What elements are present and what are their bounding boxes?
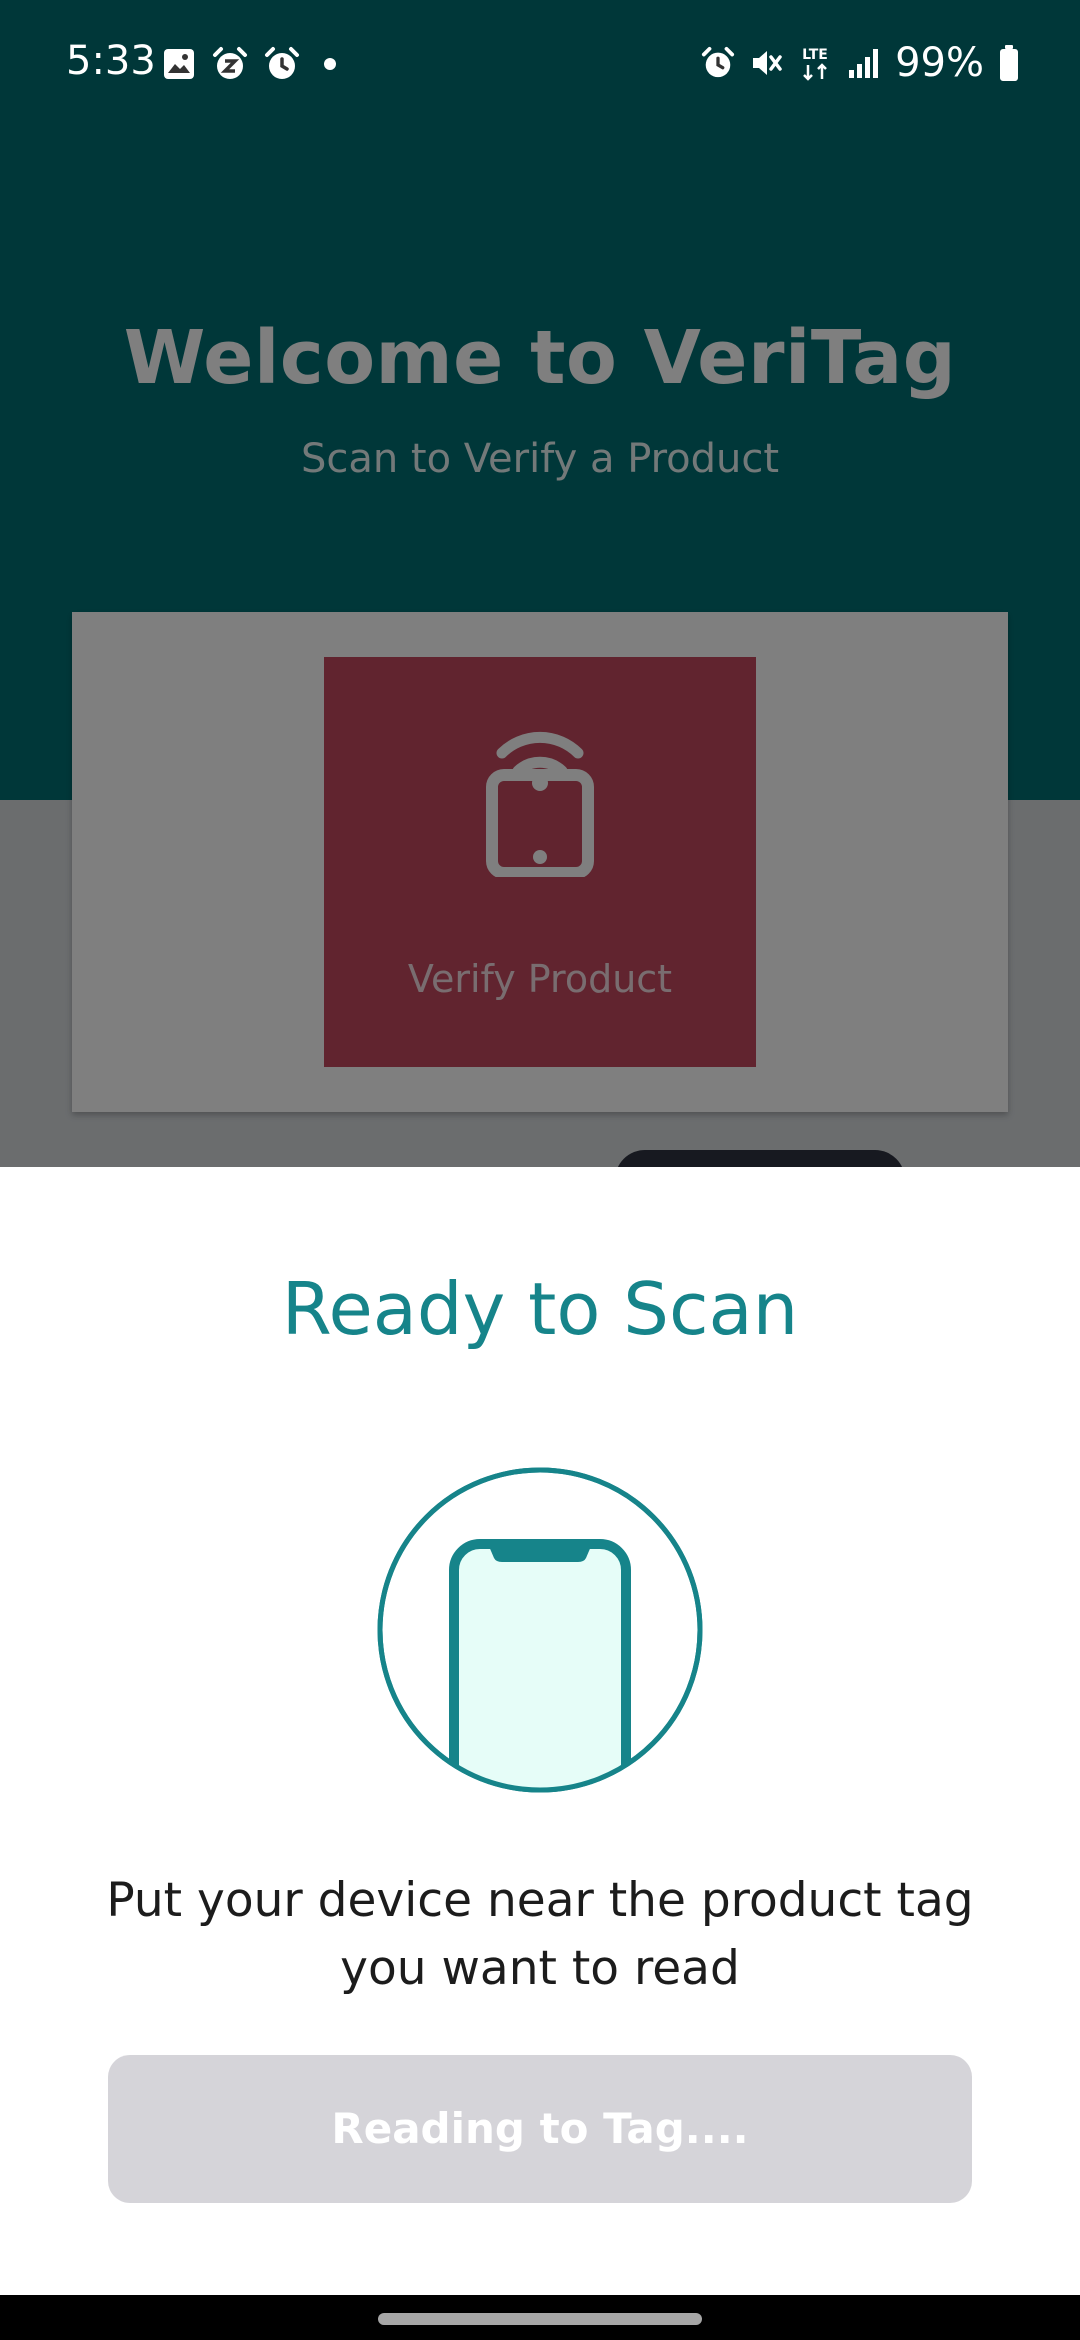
image-icon bbox=[164, 49, 194, 79]
dot-icon bbox=[324, 58, 336, 70]
battery-percent: 99% bbox=[895, 40, 984, 86]
status-bar: 5:33 LTE 99% bbox=[0, 0, 1080, 130]
status-right-icons: LTE 99% bbox=[701, 38, 1020, 88]
alarm-snooze-icon bbox=[213, 47, 247, 79]
signal-icon bbox=[849, 49, 879, 78]
scan-bottom-sheet: Ready to Scan Put your device near the p… bbox=[0, 1167, 1080, 2295]
home-handle[interactable] bbox=[378, 2313, 702, 2325]
sheet-title: Ready to Scan bbox=[281, 1267, 799, 1351]
svg-text:LTE: LTE bbox=[802, 47, 828, 63]
reading-tag-button[interactable]: Reading to Tag.... bbox=[108, 2055, 972, 2203]
status-time: 5:33 bbox=[66, 38, 156, 84]
status-left-icons bbox=[162, 44, 344, 84]
sheet-message: Put your device near the product tag you… bbox=[106, 1873, 974, 1996]
alarm-icon bbox=[265, 47, 299, 79]
battery-icon bbox=[1000, 45, 1018, 81]
phone-scan-icon bbox=[377, 1467, 703, 1793]
mute-icon bbox=[753, 51, 782, 75]
lte-icon: LTE bbox=[802, 47, 828, 81]
navigation-bar bbox=[0, 2295, 1080, 2340]
alarm-icon bbox=[702, 46, 735, 78]
